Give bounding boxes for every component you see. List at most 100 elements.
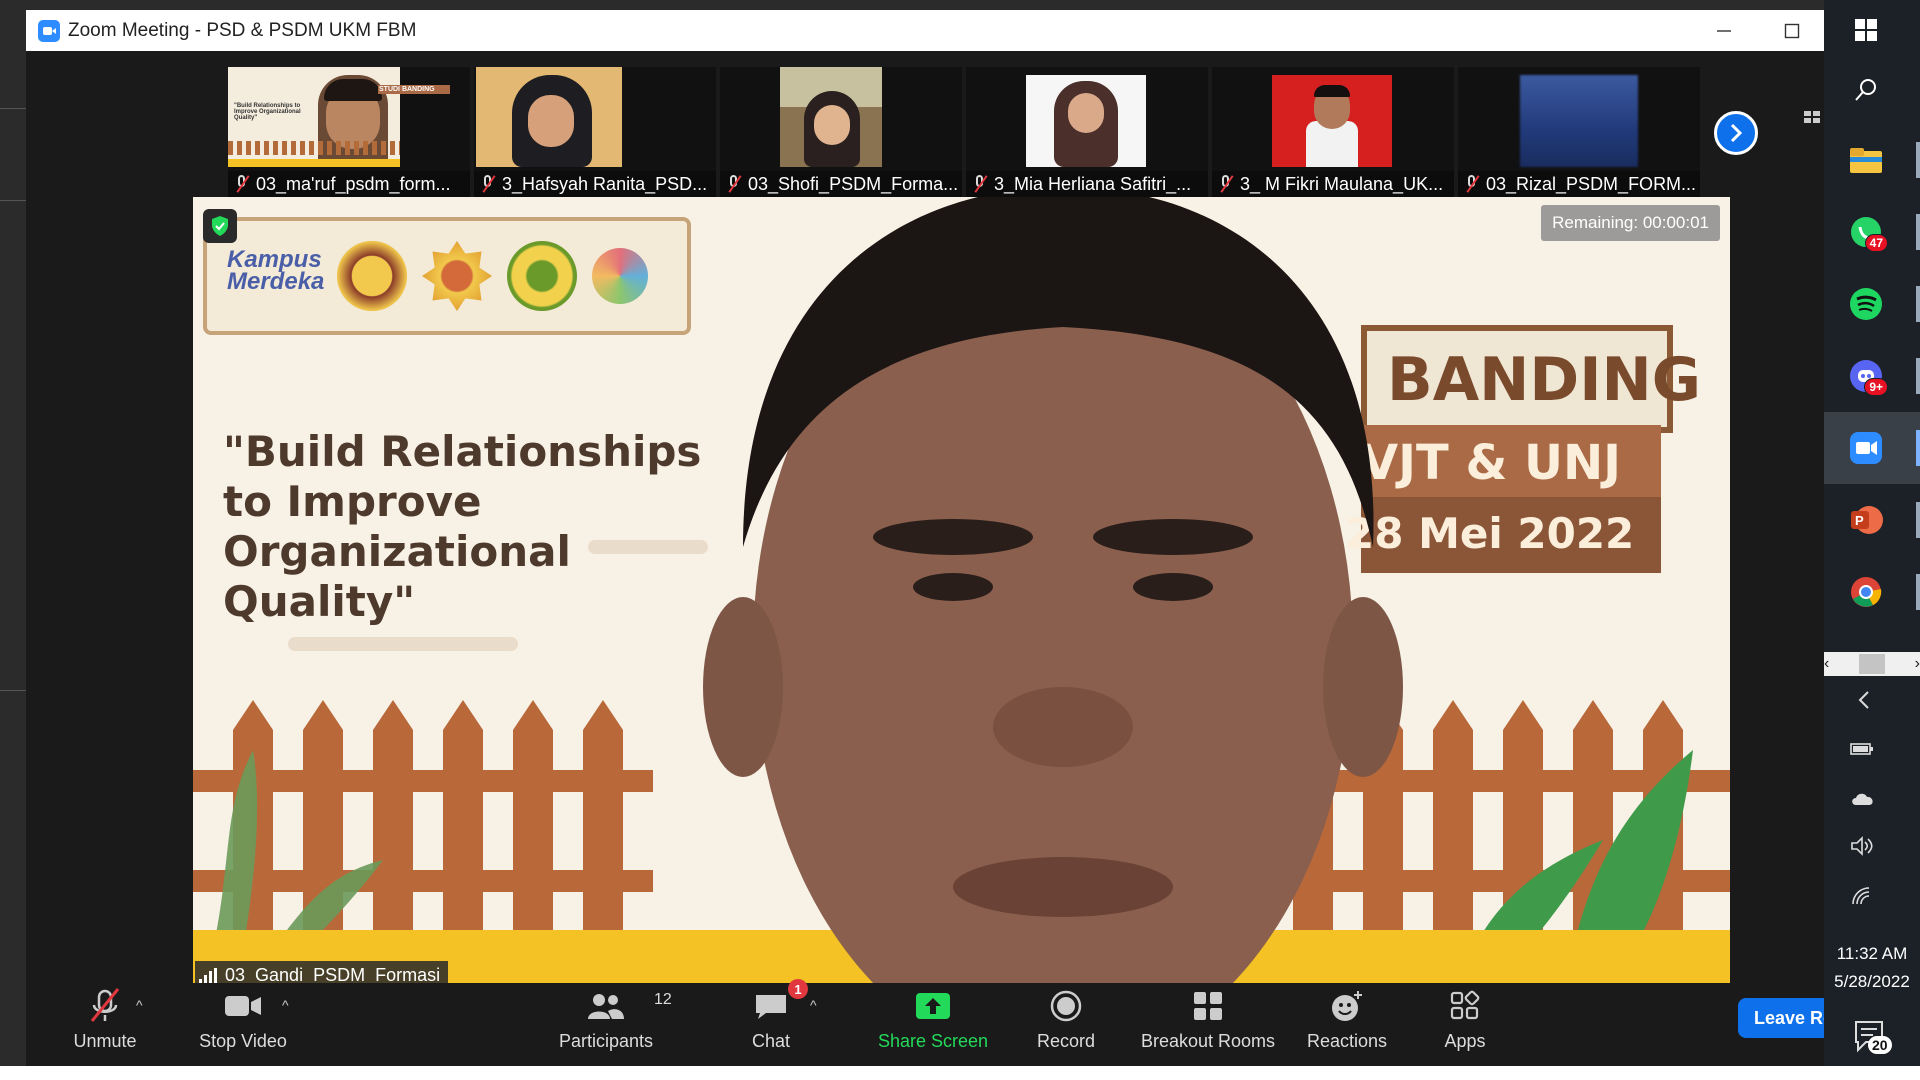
minimize-icon xyxy=(1717,29,1731,32)
title-bar: Zoom Meeting - PSD & PSDM UKM FBM xyxy=(26,10,1824,51)
next-page-button[interactable] xyxy=(1714,111,1758,155)
participant-tile[interactable]: 3_Mia Herliana Safitri_... xyxy=(966,67,1208,201)
stop-video-label: Stop Video xyxy=(199,1031,287,1051)
active-indicator xyxy=(1916,142,1920,178)
desktop-background-top xyxy=(0,0,1920,10)
organization-logo xyxy=(422,241,492,311)
active-indicator xyxy=(1916,214,1920,250)
taskbar-clock[interactable]: 11:32 AM 5/28/2022 xyxy=(1824,940,1920,996)
scroll-left-icon[interactable]: ‹ xyxy=(1824,655,1829,673)
participant-tile[interactable]: 03_Shofi_PSDM_Forma... xyxy=(720,67,962,201)
desktop-background-bottom xyxy=(0,1066,1920,1080)
network-tray-button[interactable] xyxy=(1850,886,1874,912)
view-switch-icon[interactable] xyxy=(1804,111,1822,125)
participant-name-row: 03_Shofi_PSDM_Forma... xyxy=(720,171,962,197)
onedrive-tray-button[interactable] xyxy=(1850,790,1876,813)
svg-text:P: P xyxy=(1855,513,1864,528)
active-indicator xyxy=(1916,430,1920,466)
chrome-button[interactable] xyxy=(1844,570,1888,614)
breakout-rooms-icon xyxy=(1192,983,1224,1029)
record-icon xyxy=(1050,983,1082,1029)
apps-button[interactable]: Apps xyxy=(1430,983,1500,1060)
record-button[interactable]: Record xyxy=(1026,983,1106,1060)
windows-taskbar: 47 9+ P ‹ › 11:32 AM 5/28/2022 20 xyxy=(1824,0,1920,1080)
slide-title-banner: BANDING VJT & UNJ 28 Mei 2022 xyxy=(1345,325,1730,585)
audio-options-caret[interactable]: ^ xyxy=(136,997,143,1013)
participant-video xyxy=(1272,75,1392,167)
chat-options-caret[interactable]: ^ xyxy=(810,997,817,1013)
participant-tile[interactable]: 03_Rizal_PSDM_FORM... xyxy=(1458,67,1700,201)
whatsapp-button[interactable]: 47 xyxy=(1844,210,1888,254)
wifi-icon xyxy=(1852,887,1870,905)
video-camera-icon xyxy=(223,983,263,1029)
start-button[interactable] xyxy=(1844,8,1888,52)
search-button[interactable] xyxy=(1844,68,1888,112)
chat-label: Chat xyxy=(751,1031,791,1051)
breakout-rooms-label: Breakout Rooms xyxy=(1140,1031,1276,1051)
powerpoint-button[interactable]: P xyxy=(1844,498,1888,542)
participant-name-row: 3_Mia Herliana Safitri_... xyxy=(966,171,1208,197)
windows-logo-icon xyxy=(1855,19,1877,41)
security-shield-icon[interactable] xyxy=(203,209,237,243)
participant-tile[interactable]: 3_Hafsyah Ranita_PSD... xyxy=(474,67,716,201)
participant-name: 3_Hafsyah Ranita_PSD... xyxy=(502,173,708,194)
scroll-right-icon[interactable]: › xyxy=(1915,655,1920,673)
participants-count: 12 xyxy=(654,991,672,1008)
participants-button[interactable]: 12 Participants xyxy=(546,983,672,1060)
share-screen-icon xyxy=(914,983,952,1029)
scroll-thumb[interactable] xyxy=(1859,654,1885,674)
participant-tile[interactable]: 3_ M Fikri Maulana_UK... xyxy=(1212,67,1454,201)
cloud-icon xyxy=(1852,793,1873,805)
window-title: Zoom Meeting - PSD & PSDM UKM FBM xyxy=(68,19,417,41)
clock-date: 5/28/2022 xyxy=(1834,972,1910,991)
apps-label: Apps xyxy=(1444,1031,1486,1051)
muted-mic-icon xyxy=(480,174,496,194)
chat-button[interactable]: 1 Chat xyxy=(736,979,808,1060)
desktop-background-left xyxy=(0,0,26,1080)
signal-strength-icon xyxy=(199,967,219,984)
participant-name-row: 03_ma'ruf_psdm_form... xyxy=(228,171,470,197)
notification-center-button[interactable]: 20 xyxy=(1854,1020,1892,1056)
reactions-label: Reactions xyxy=(1306,1031,1388,1051)
file-explorer-button[interactable] xyxy=(1844,138,1888,182)
notification-count: 20 xyxy=(1868,1036,1892,1054)
muted-mic-icon xyxy=(1218,174,1234,194)
folder-icon xyxy=(1850,148,1882,173)
chevron-right-icon xyxy=(1730,123,1743,143)
participant-video: "Build Relationships to Improve Organiza… xyxy=(228,67,450,167)
spotify-button[interactable] xyxy=(1844,282,1888,326)
share-screen-button[interactable]: Share Screen xyxy=(868,983,998,1060)
muted-mic-icon xyxy=(88,983,122,1029)
show-hidden-icons-button[interactable] xyxy=(1856,690,1872,716)
video-options-caret[interactable]: ^ xyxy=(282,997,289,1013)
reactions-button[interactable]: Reactions xyxy=(1302,983,1392,1060)
discord-badge: 9+ xyxy=(1864,378,1888,396)
zoom-taskbar-button[interactable] xyxy=(1844,426,1888,470)
unmute-button[interactable]: Unmute xyxy=(60,983,150,1060)
battery-icon xyxy=(1850,743,1873,755)
chrome-icon xyxy=(1851,577,1882,607)
thumb-slide-text: "Build Relationships to Improve Organiza… xyxy=(234,103,301,121)
leave-room-button[interactable]: Leave Ro xyxy=(1738,998,1838,1038)
minimize-button[interactable] xyxy=(1694,10,1754,51)
clock-time: 11:32 AM xyxy=(1836,944,1908,963)
participant-name: 03_Rizal_PSDM_FORM... xyxy=(1486,173,1697,194)
stop-video-button[interactable]: Stop Video xyxy=(178,983,308,1060)
volume-tray-button[interactable] xyxy=(1850,836,1874,862)
record-label: Record xyxy=(1036,1031,1096,1051)
muted-mic-icon xyxy=(972,174,988,194)
breakout-rooms-button[interactable]: Breakout Rooms xyxy=(1130,983,1286,1060)
muted-mic-icon xyxy=(1464,174,1480,194)
chat-icon: 1 xyxy=(754,979,808,1029)
discord-button[interactable]: 9+ xyxy=(1844,354,1888,398)
taskbar-scroller[interactable]: ‹ › xyxy=(1824,652,1920,676)
share-screen-label: Share Screen xyxy=(877,1031,989,1051)
banner-title: BANDING xyxy=(1387,345,1701,415)
maximize-button[interactable] xyxy=(1762,10,1822,51)
participant-video xyxy=(1026,75,1146,167)
participant-tile[interactable]: "Build Relationships to Improve Organiza… xyxy=(228,67,470,201)
active-speaker-video: Kampus Merdeka "Build Relationships to I… xyxy=(193,197,1730,990)
participant-name: 3_ M Fikri Maulana_UK... xyxy=(1240,173,1444,194)
active-indicator xyxy=(1916,574,1920,610)
battery-tray-button[interactable] xyxy=(1850,740,1874,763)
